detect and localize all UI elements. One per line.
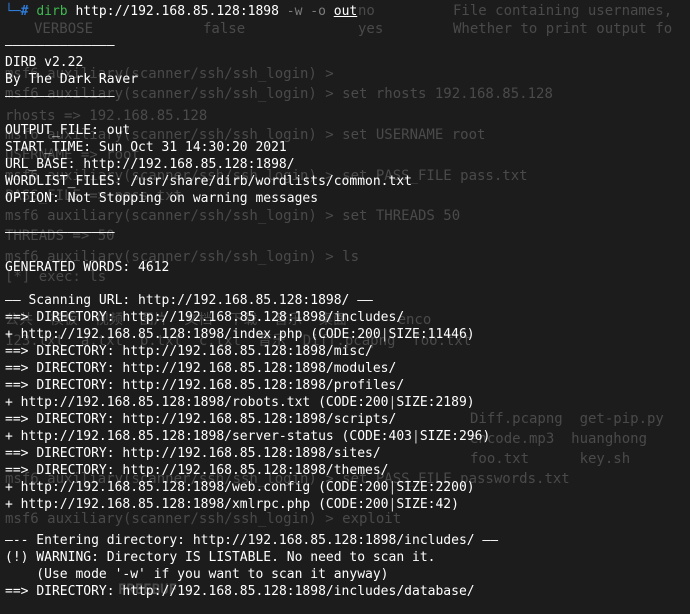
- result-directory: ==> DIRECTORY: http://192.168.85.128:189…: [5, 583, 475, 600]
- info-wordlist-files: WORDLIST_FILES: /usr/share/dirb/wordlist…: [5, 174, 412, 189]
- result-text: DIRECTORY: http://192.168.85.128:1898/in…: [36, 584, 475, 599]
- result-directory: ==> DIRECTORY: http://192.168.85.128:189…: [5, 445, 381, 462]
- plus-prefix: +: [5, 327, 21, 342]
- result-file: + http://192.168.85.128:1898/xmlrpc.php …: [5, 496, 459, 513]
- arrow-prefix: ==>: [5, 446, 37, 461]
- result-file: + http://192.168.85.128:1898/server-stat…: [5, 428, 490, 445]
- result-file: + http://192.168.85.128:1898/web.config …: [5, 479, 475, 496]
- info-start-time: START_TIME: Sun Oct 31 14:30:20 2021: [5, 140, 287, 155]
- separator-pipe: |: [380, 327, 389, 342]
- result-size: SIZE:2200): [396, 480, 475, 495]
- arrow-prefix: ==>: [5, 310, 37, 325]
- info-option: OPTION: Not Stopping on warning messages: [5, 191, 319, 206]
- listable-warning-hint: (Use mode '-w' if you want to scan it an…: [5, 567, 389, 582]
- arrow-prefix: ==>: [5, 361, 37, 376]
- result-directory: ==> DIRECTORY: http://192.168.85.128:189…: [5, 343, 373, 360]
- separator: ——————————————: [5, 38, 115, 53]
- result-text: DIRECTORY: http://192.168.85.128:1898/sc…: [36, 412, 397, 427]
- info-url-base: URL_BASE: http://192.168.85.128:1898/: [5, 157, 295, 172]
- info-output-file: OUTPUT_FILE: out: [5, 123, 131, 138]
- result-text: DIRECTORY: http://192.168.85.128:1898/pr…: [36, 378, 405, 393]
- result-size: SIZE:2189): [396, 395, 475, 410]
- separator: ——————————————: [5, 89, 115, 104]
- result-directory: ==> DIRECTORY: http://192.168.85.128:189…: [5, 360, 396, 377]
- result-text: DIRECTORY: http://192.168.85.128:1898/th…: [36, 463, 389, 478]
- generated-words: GENERATED WORDS: 4612: [5, 260, 170, 275]
- arrow-prefix: ==>: [5, 378, 37, 393]
- entering-directory: —-- Entering directory: http://192.168.8…: [5, 533, 499, 548]
- command-flags: -w -o: [286, 4, 326, 19]
- result-file: + http://192.168.85.128:1898/index.php (…: [5, 326, 475, 343]
- listable-warning: (!) WARNING: Directory IS LISTABLE. No n…: [5, 550, 436, 565]
- result-file: + http://192.168.85.128:1898/robots.txt …: [5, 394, 475, 411]
- result-text: http://192.168.85.128:1898/index.php (CO…: [20, 327, 381, 342]
- prompt-corner: └─: [5, 4, 21, 19]
- prompt-symbol: #: [20, 4, 29, 19]
- result-size: SIZE:296): [419, 429, 491, 444]
- plus-prefix: +: [5, 395, 21, 410]
- result-text: http://192.168.85.128:1898/xmlrpc.php (C…: [20, 497, 389, 512]
- arrow-prefix: ==>: [5, 412, 37, 427]
- arrow-prefix: ==>: [5, 463, 37, 478]
- result-text: DIRECTORY: http://192.168.85.128:1898/si…: [36, 446, 381, 461]
- plus-prefix: +: [5, 429, 21, 444]
- separator: ——————————————: [5, 225, 115, 240]
- arrow-prefix: ==>: [5, 584, 37, 599]
- command-url: http://192.168.85.128:1898: [75, 4, 279, 19]
- result-directory: ==> DIRECTORY: http://192.168.85.128:189…: [5, 411, 396, 428]
- result-directory: ==> DIRECTORY: http://192.168.85.128:189…: [5, 377, 404, 394]
- result-directory: ==> DIRECTORY: http://192.168.85.128:189…: [5, 309, 404, 326]
- command-line: └─# dirb http://192.168.85.128:1898 -w -…: [5, 3, 357, 20]
- scanning-url: —— Scanning URL: http://192.168.85.128:1…: [5, 293, 373, 308]
- result-text: http://192.168.85.128:1898/server-status…: [20, 429, 412, 444]
- separator-pipe: |: [412, 429, 420, 444]
- arrow-prefix: ==>: [5, 344, 37, 359]
- result-text: http://192.168.85.128:1898/robots.txt (C…: [20, 395, 389, 410]
- command-program: dirb: [36, 4, 68, 19]
- terminal-output: └─# dirb http://192.168.85.128:1898 -w -…: [0, 0, 690, 614]
- result-text: http://192.168.85.128:1898/web.config (C…: [20, 480, 389, 495]
- plus-prefix: +: [5, 480, 21, 495]
- result-text: DIRECTORY: http://192.168.85.128:1898/mo…: [36, 361, 397, 376]
- result-size: SIZE:11446): [388, 327, 475, 342]
- result-text: DIRECTORY: http://192.168.85.128:1898/in…: [36, 310, 405, 325]
- command-output-file: out: [333, 4, 358, 19]
- result-text: DIRECTORY: http://192.168.85.128:1898/mi…: [36, 344, 373, 359]
- plus-prefix: +: [5, 497, 21, 512]
- result-directory: ==> DIRECTORY: http://192.168.85.128:189…: [5, 462, 389, 479]
- dirb-author: By The Dark Raver: [5, 72, 139, 87]
- result-size: SIZE:42): [396, 497, 459, 512]
- dirb-version: DIRB v2.22: [5, 55, 84, 70]
